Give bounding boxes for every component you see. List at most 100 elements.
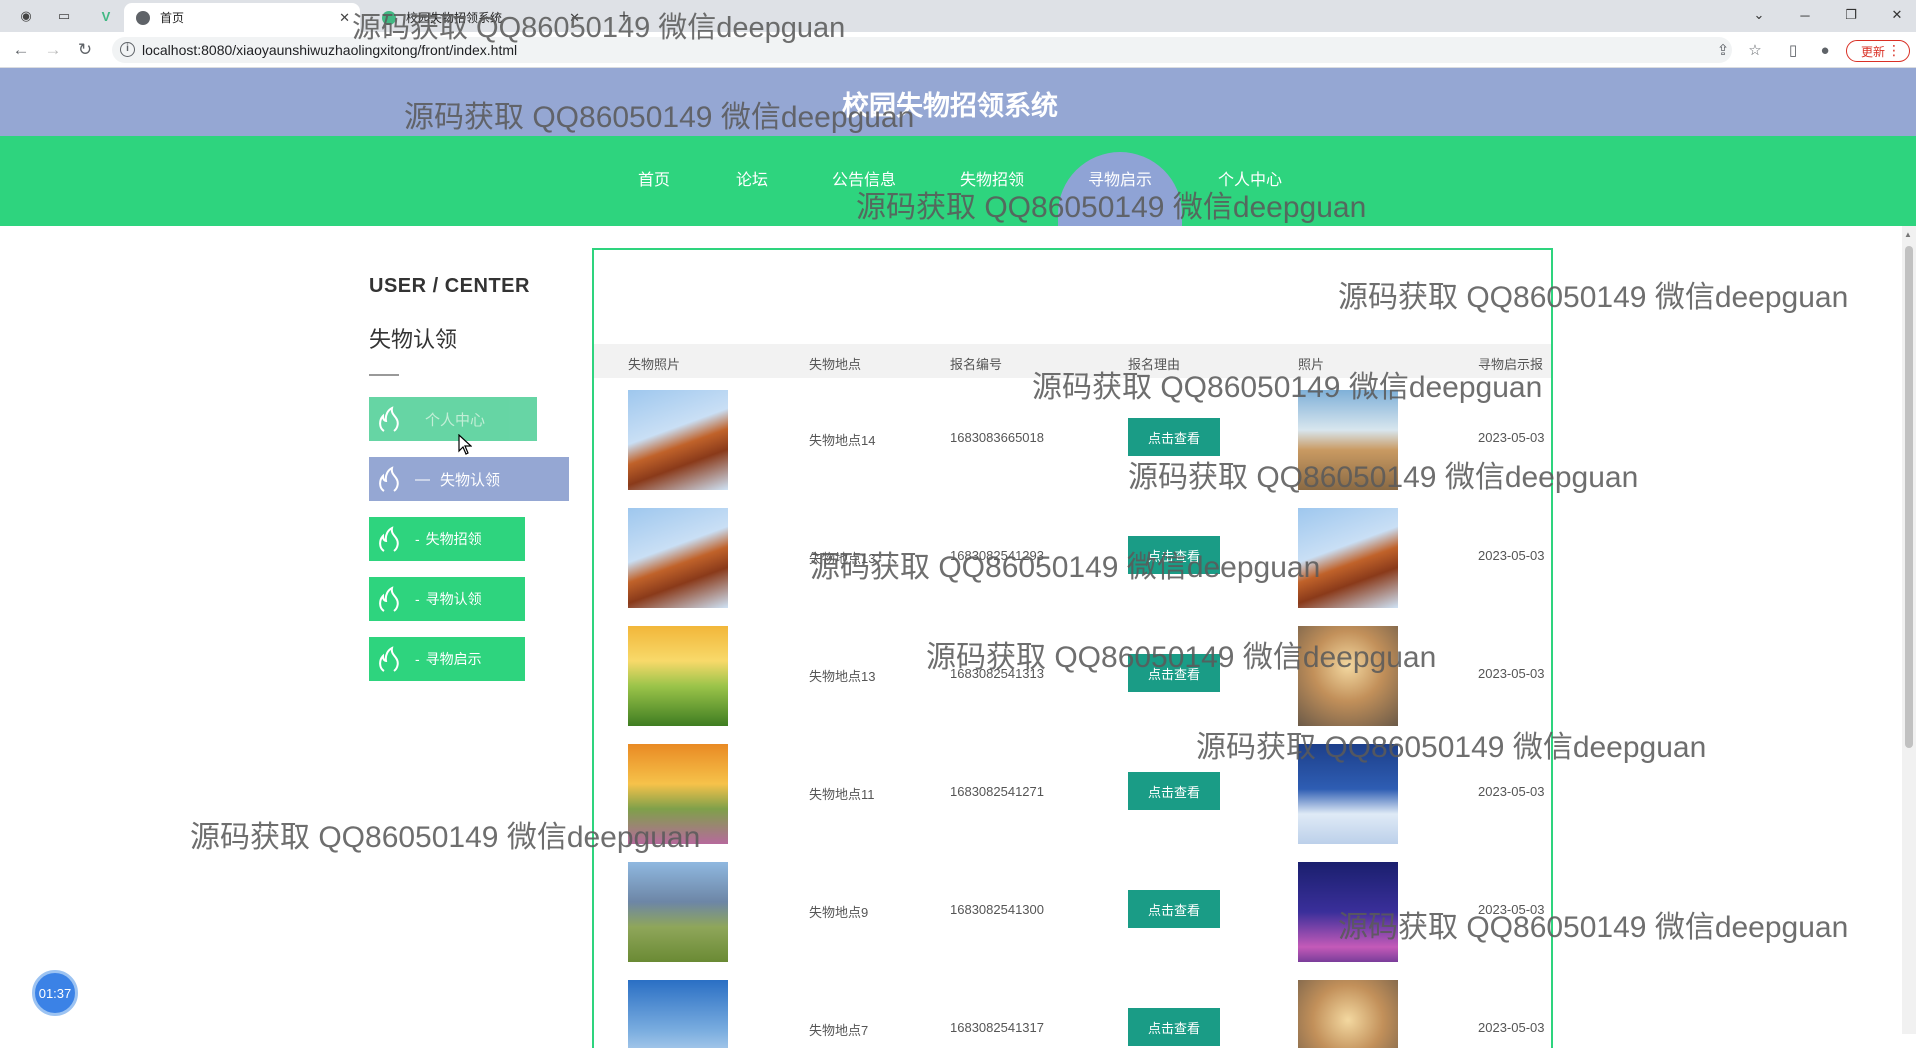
mouse-cursor-icon bbox=[458, 434, 472, 455]
sidebar-item-prefix: - bbox=[415, 591, 420, 607]
nav-home[interactable]: 首页 bbox=[626, 136, 682, 226]
address-bar[interactable]: i localhost:8080/xiaoyaunshiwuzhaolingxi… bbox=[112, 37, 1732, 63]
close-tab-icon[interactable]: ✕ bbox=[339, 10, 350, 26]
notice-date-cell: 2023-05-03 bbox=[1478, 548, 1545, 563]
photo-thumbnail[interactable] bbox=[1298, 508, 1398, 608]
lost-item-photo[interactable] bbox=[628, 744, 728, 844]
reload-icon[interactable]: ↻ bbox=[74, 39, 96, 61]
lost-location-cell: 失物地点13 bbox=[809, 669, 876, 684]
lost-item-photo[interactable] bbox=[628, 862, 728, 962]
scroll-up-icon[interactable]: ▲ bbox=[1904, 230, 1912, 239]
tab-site[interactable]: 校园失物招领系统 ✕ bbox=[370, 3, 590, 32]
sidebar-item-find-notice[interactable]: - 寻物启示 bbox=[369, 637, 525, 681]
sidebar-item-prefix: - bbox=[415, 531, 420, 547]
sidebar-item-find-claim[interactable]: - 寻物认领 bbox=[369, 577, 525, 621]
apply-number-cell: 1683082541300 bbox=[950, 902, 1044, 917]
share-icon[interactable]: ⇪ bbox=[1714, 41, 1732, 59]
site-nav: 首页 论坛 公告信息 失物招领 寻物启示 个人中心 bbox=[0, 136, 1916, 226]
side-panel-icon[interactable]: ▯ bbox=[1784, 41, 1802, 59]
sidebar-item-label: 个人中心 bbox=[425, 411, 486, 429]
lost-location-cell: 失物地点13 bbox=[809, 551, 876, 566]
close-tab-icon[interactable]: ✕ bbox=[569, 10, 580, 26]
table-row: 失物地点9 1683082541300 点击查看 2023-05-03 bbox=[594, 850, 1551, 968]
vue-icon bbox=[382, 10, 396, 25]
nav-forum[interactable]: 论坛 bbox=[724, 136, 780, 226]
sidebar-item-label: 寻物启示 bbox=[425, 651, 482, 667]
sidebar-item-lost-found[interactable]: - 失物招领 bbox=[369, 517, 525, 561]
forward-icon[interactable]: → bbox=[42, 39, 64, 61]
table-row: 失物地点13 1683082541293 点击查看 2023-05-03 bbox=[594, 496, 1551, 614]
close-window-icon[interactable]: ✕ bbox=[1882, 4, 1912, 26]
minimize-icon[interactable]: ─ bbox=[1790, 4, 1820, 26]
scrollbar-thumb[interactable] bbox=[1905, 246, 1913, 748]
menu-dots-icon[interactable]: ⋮ bbox=[1887, 42, 1901, 59]
nav-lost-notice[interactable]: 寻物启示 bbox=[1082, 136, 1158, 226]
restore-icon[interactable]: ❐ bbox=[1836, 4, 1866, 26]
update-label: 更新 bbox=[1861, 44, 1886, 59]
col-notice-date: 寻物启示报 bbox=[1478, 357, 1544, 372]
lost-location-cell: 失物地点14 bbox=[809, 433, 876, 448]
table-row: 失物地点11 1683082541271 点击查看 2023-05-03 bbox=[594, 732, 1551, 850]
col-photo: 照片 bbox=[1298, 357, 1325, 372]
update-button[interactable]: 更新 ⋮ bbox=[1846, 40, 1910, 62]
photo-thumbnail[interactable] bbox=[1298, 862, 1398, 962]
lost-item-photo[interactable] bbox=[628, 390, 728, 490]
profile-icon[interactable]: ● bbox=[1816, 41, 1834, 59]
vue-icon[interactable]: V bbox=[96, 6, 116, 26]
browser-tab-strip: ◉ ▭ V 首页 ✕ 校园失物招领系统 ✕ + ⌄ ─ ❐ ✕ bbox=[0, 0, 1916, 32]
chrome-icon[interactable]: ◉ bbox=[16, 6, 36, 26]
nav-notice[interactable]: 公告信息 bbox=[826, 136, 902, 226]
user-center-heading: USER / CENTER bbox=[369, 275, 530, 297]
table-row: 失物地点7 1683082541317 点击查看 2023-05-03 bbox=[594, 968, 1551, 1048]
bookmark-star-icon[interactable]: ☆ bbox=[1746, 41, 1764, 59]
apply-number-cell: 1683082541313 bbox=[950, 666, 1044, 681]
back-icon[interactable]: ← bbox=[10, 39, 32, 61]
lost-location-cell: 失物地点11 bbox=[809, 787, 875, 802]
new-tab-icon[interactable]: + bbox=[614, 6, 634, 26]
claim-table-card: 失物照片 失物地点 报名编号 报名理由 照片 寻物启示报 失物地点14 16830… bbox=[592, 248, 1553, 1048]
view-reason-button[interactable]: 点击查看 bbox=[1128, 772, 1220, 810]
photo-thumbnail[interactable] bbox=[1298, 744, 1398, 844]
table-row: 失物地点13 1683082541313 点击查看 2023-05-03 bbox=[594, 614, 1551, 732]
lost-location-cell: 失物地点7 bbox=[809, 1023, 869, 1038]
photo-thumbnail[interactable] bbox=[1298, 626, 1398, 726]
info-icon[interactable]: i bbox=[120, 42, 135, 57]
sidebar-item-user-center[interactable]: 个人中心 bbox=[369, 397, 537, 441]
view-reason-button[interactable]: 点击查看 bbox=[1128, 418, 1220, 456]
sidebar-item-label: 失物招领 bbox=[425, 531, 482, 547]
tab-site-label: 校园失物招领系统 bbox=[406, 11, 503, 25]
globe-icon bbox=[136, 10, 150, 25]
col-lost-photo: 失物照片 bbox=[628, 357, 681, 372]
notice-date-cell: 2023-05-03 bbox=[1478, 430, 1545, 445]
tab-search-icon[interactable]: ⌄ bbox=[1744, 4, 1774, 26]
nav-user-center[interactable]: 个人中心 bbox=[1212, 136, 1288, 226]
apply-number-cell: 1683083665018 bbox=[950, 430, 1044, 445]
lost-item-photo[interactable] bbox=[628, 980, 728, 1048]
view-reason-button[interactable]: 点击查看 bbox=[1128, 654, 1220, 692]
tab-home[interactable]: 首页 ✕ bbox=[124, 3, 360, 32]
sidebar-item-label: 失物认领 bbox=[440, 471, 501, 489]
flame-icon bbox=[375, 464, 405, 494]
tab-home-label: 首页 bbox=[160, 11, 185, 25]
section-divider bbox=[369, 374, 399, 376]
nav-lost-found[interactable]: 失物招领 bbox=[954, 136, 1030, 226]
flame-icon bbox=[375, 644, 405, 674]
apply-number-cell: 1683082541271 bbox=[950, 784, 1044, 799]
browser-toolbar: ← → ↻ i localhost:8080/xiaoyaunshiwuzhao… bbox=[0, 32, 1916, 68]
photo-thumbnail[interactable] bbox=[1298, 390, 1398, 490]
view-reason-button[interactable]: 点击查看 bbox=[1128, 1008, 1220, 1046]
flame-icon bbox=[375, 584, 405, 614]
sidebar-item-lost-claim[interactable]: — 失物认领 bbox=[369, 457, 569, 501]
recording-timer: 01:37 bbox=[32, 970, 78, 1016]
lost-item-photo[interactable] bbox=[628, 508, 728, 608]
photo-thumbnail[interactable] bbox=[1298, 980, 1398, 1048]
view-reason-button[interactable]: 点击查看 bbox=[1128, 890, 1220, 928]
section-title: 失物认领 bbox=[369, 327, 458, 352]
tab-placeholder-icon[interactable]: ▭ bbox=[54, 6, 74, 26]
apply-number-cell: 1683082541317 bbox=[950, 1020, 1044, 1035]
notice-date-cell: 2023-05-03 bbox=[1478, 902, 1545, 917]
apply-number-cell: 1683082541293 bbox=[950, 548, 1044, 563]
lost-item-photo[interactable] bbox=[628, 626, 728, 726]
notice-date-cell: 2023-05-03 bbox=[1478, 666, 1545, 681]
view-reason-button[interactable]: 点击查看 bbox=[1128, 536, 1220, 574]
